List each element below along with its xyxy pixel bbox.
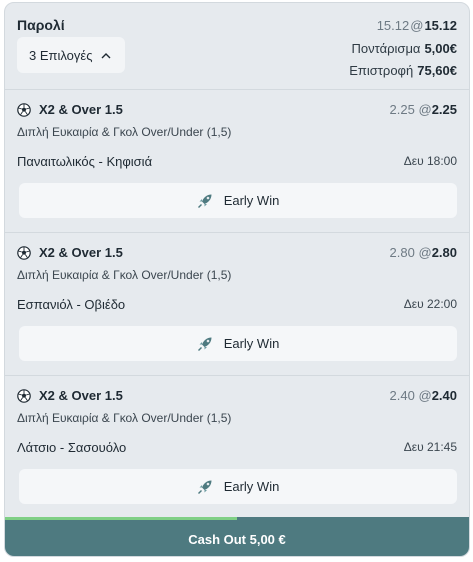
early-win-rocket-icon <box>197 335 214 352</box>
bet-type-title: Παρολί <box>17 17 65 33</box>
selection-odds: 2.80 @2.80 <box>390 245 457 260</box>
selection-name: X2 & Over 1.5 <box>39 102 123 117</box>
selection-match: Λάτσιο - Σασουόλο <box>17 440 127 455</box>
selections-count-label: 3 Επιλογές <box>29 47 93 63</box>
selection-odds-old: 2.25 <box>389 102 415 117</box>
selection-name-row: X2 & Over 1.5 <box>17 102 123 117</box>
return-row: Επιστροφή 75,60€ <box>349 60 457 81</box>
selections-toggle-button[interactable]: 3 Επιλογές <box>17 37 125 73</box>
selection-name-row: X2 & Over 1.5 <box>17 388 123 403</box>
total-odds-old: 15.12 <box>376 18 410 33</box>
selection-odds-old: 2.80 <box>389 245 415 260</box>
early-win-button[interactable]: Early Win <box>19 469 457 504</box>
selection-odds-new: 2.25 <box>431 102 457 117</box>
selection-odds-old: 2.40 <box>389 388 415 403</box>
early-win-rocket-icon <box>197 478 214 495</box>
selection-odds-new: 2.80 <box>431 245 457 260</box>
cashout-button[interactable]: Cash Out 5,00 € <box>5 520 469 556</box>
early-win-rocket-icon <box>197 192 214 209</box>
selection-odds-at: @ <box>418 245 432 260</box>
selection-odds-at: @ <box>418 388 432 403</box>
selection-item: X2 & Over 1.5 Διπλή Ευκαιρία & Γκολ Over… <box>5 376 469 519</box>
early-win-button[interactable]: Early Win <box>19 326 457 361</box>
early-win-button[interactable]: Early Win <box>19 183 457 218</box>
total-odds-new: 15.12 <box>424 18 457 33</box>
betslip-card: Παρολί 3 Επιλογές 15.12@15.12 Ποντάρισμα… <box>4 2 470 557</box>
early-win-label: Early Win <box>223 336 280 351</box>
bet-summary: 15.12@15.12 Ποντάρισμα 5,00€ Επιστροφή 75,… <box>349 17 457 81</box>
selection-time: Δευ 22:00 <box>403 297 457 311</box>
selection-odds: 2.40 @2.40 <box>390 388 457 403</box>
selection-odds-at: @ <box>418 102 432 117</box>
selection-name-row: X2 & Over 1.5 <box>17 245 123 260</box>
football-icon <box>17 245 31 260</box>
early-win-label: Early Win <box>223 479 280 494</box>
total-odds: 15.12@15.12 <box>349 17 457 35</box>
selection-odds: 2.25 @2.25 <box>390 102 457 117</box>
selection-item: X2 & Over 1.5 Διπλή Ευκαιρία & Γκολ Over… <box>5 90 469 233</box>
stake-row: Ποντάρισμα 5,00€ <box>349 38 457 59</box>
selection-item: X2 & Over 1.5 Διπλή Ευκαιρία & Γκολ Over… <box>5 233 469 376</box>
selection-odds-new: 2.40 <box>431 388 457 403</box>
football-icon <box>17 102 31 117</box>
selection-time: Δευ 18:00 <box>403 154 457 168</box>
selection-market: Διπλή Ευκαιρία & Γκολ Over/Under (1,5) <box>17 268 232 282</box>
betslip-header: Παρολί 3 Επιλογές 15.12@15.12 Ποντάρισμα… <box>5 3 469 89</box>
selection-market: Διπλή Ευκαιρία & Γκολ Over/Under (1,5) <box>17 411 232 425</box>
selection-name: X2 & Over 1.5 <box>39 388 123 403</box>
selection-time: Δευ 21:45 <box>403 440 457 454</box>
return-value: 75,60€ <box>417 63 457 78</box>
chevron-up-icon <box>100 49 112 61</box>
selection-match: Παναιτωλικός - Κηφισιά <box>17 154 153 169</box>
early-win-label: Early Win <box>223 193 280 208</box>
football-icon <box>17 388 31 403</box>
selection-name: X2 & Over 1.5 <box>39 245 123 260</box>
total-odds-at: @ <box>410 18 424 33</box>
selection-match: Εσπανιόλ - Οβιέδο <box>17 297 126 312</box>
return-label: Επιστροφή <box>349 63 414 78</box>
cashout-section: Cash Out 5,00 € <box>5 517 469 556</box>
selection-market: Διπλή Ευκαιρία & Γκολ Over/Under (1,5) <box>17 125 232 139</box>
stake-value: 5,00€ <box>424 41 457 56</box>
stake-label: Ποντάρισμα <box>351 41 421 56</box>
